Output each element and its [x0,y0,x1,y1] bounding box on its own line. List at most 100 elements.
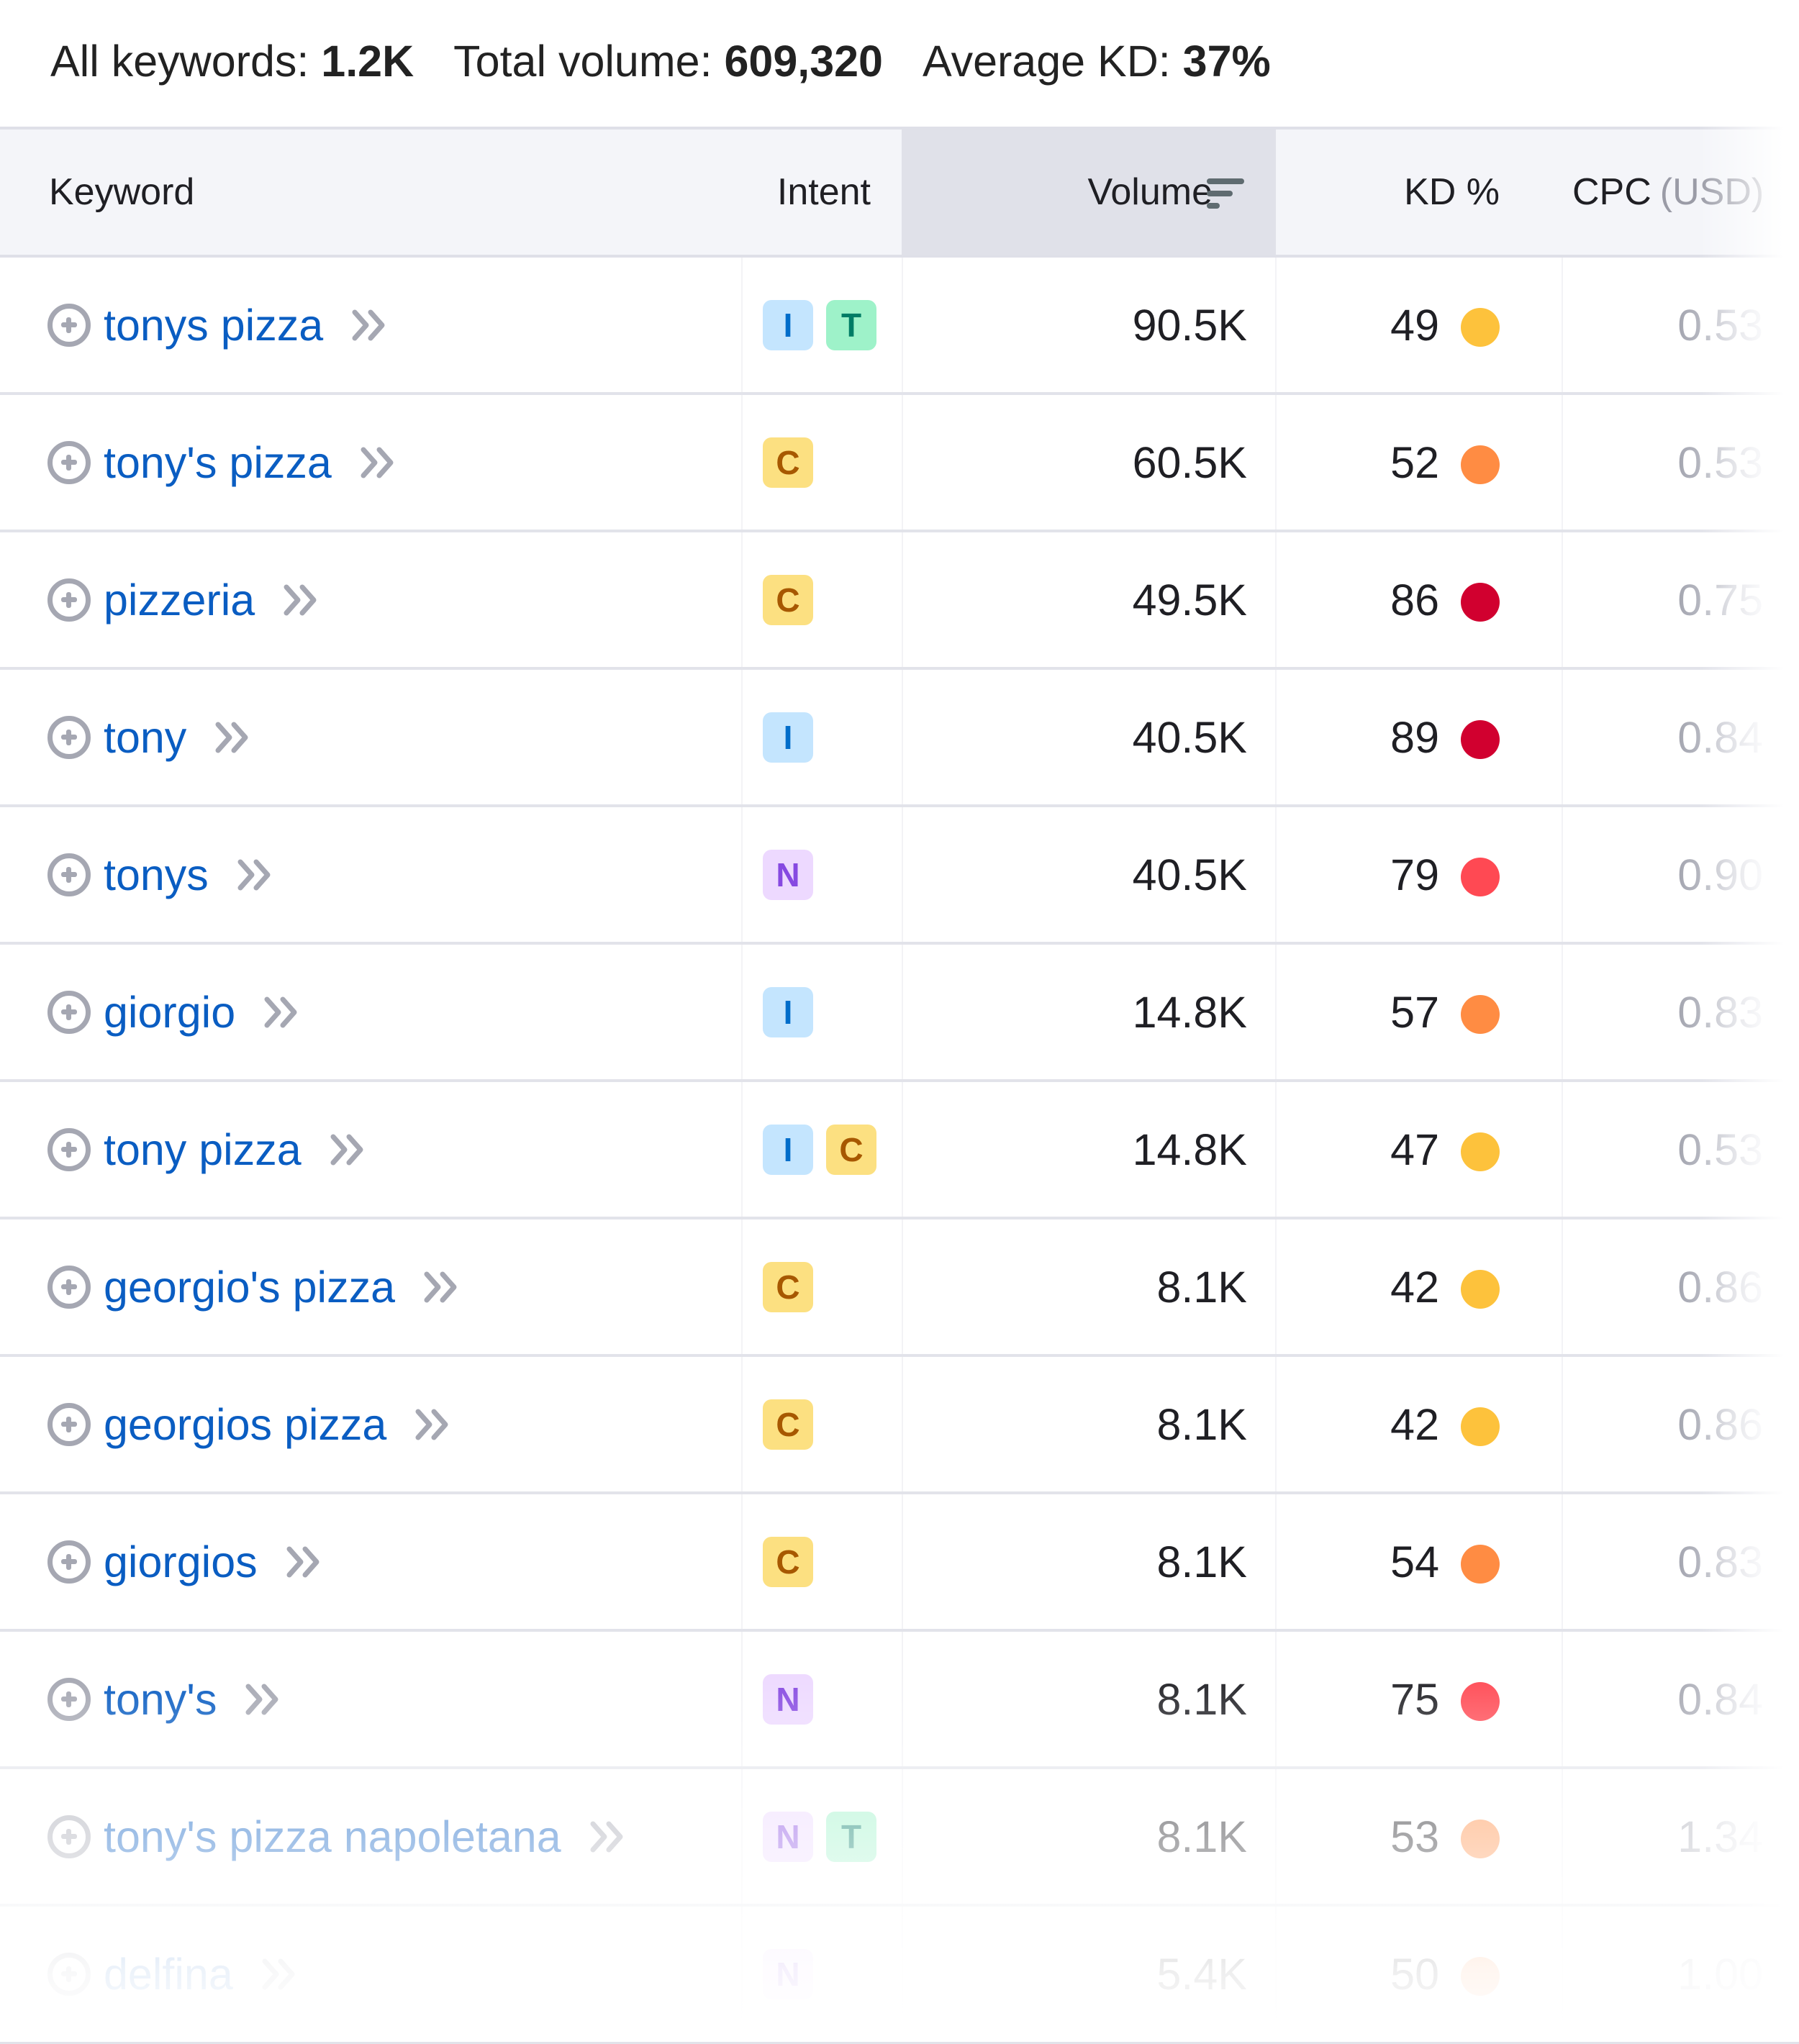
kd-cell: 54 [1390,1537,1439,1586]
kd-cell: 53 [1390,1812,1439,1861]
double-chevron-right-icon[interactable] [236,858,276,892]
keyword-cell: georgio's pizza [47,1219,463,1354]
cpc-cell: 0.53 [1562,395,1763,530]
double-chevron-right-icon[interactable] [244,1682,284,1717]
column-header-intent[interactable]: Intent [741,130,871,255]
keyword-link[interactable]: giorgios [104,1537,258,1587]
add-to-list-plus-icon[interactable] [47,1402,91,1446]
intent-cell: N [763,1632,813,1766]
keyword-link[interactable]: pizzeria [104,575,255,625]
table-row: giorgios C 8.1K 54 0.83 [0,1494,1799,1632]
add-to-list-plus-icon[interactable] [47,853,91,896]
double-chevron-right-icon[interactable] [329,1132,369,1167]
add-to-list-plus-icon[interactable] [47,990,91,1034]
add-to-list-plus-icon[interactable] [47,440,91,484]
kd-cell: 89 [1390,712,1439,762]
keyword-link[interactable]: georgios pizza [104,1399,386,1450]
column-header-volume[interactable]: Volume [902,130,1276,255]
sort-descending-icon[interactable] [1207,178,1247,210]
cpc-cell: 0.53 [1562,1082,1763,1217]
double-chevron-right-icon[interactable] [589,1820,629,1854]
volume-cell: 49.5K [1132,575,1247,624]
keyword-link[interactable]: delfina [104,1949,233,1999]
intent-cell: C [763,532,813,667]
table-row: tonys N 40.5K 79 0.90 [0,807,1799,945]
intent-badge-c: C [763,1536,813,1587]
keyword-cell: pizzeria [47,532,322,667]
double-chevron-right-icon[interactable] [214,720,254,755]
kd-difficulty-dot [1461,994,1500,1034]
table-row: tonys pizza IT 90.5K 49 0.53 [0,258,1799,395]
keyword-cell: tony's [47,1632,284,1766]
double-chevron-right-icon[interactable] [422,1270,463,1304]
keyword-cell: tony [47,670,254,804]
add-to-list-plus-icon[interactable] [47,303,91,347]
cpc-cell: 0.86 [1562,1357,1763,1491]
add-to-list-plus-icon[interactable] [47,1952,91,1996]
table-row: tony pizza IC 14.8K 47 0.53 [0,1082,1799,1219]
keyword-link[interactable]: giorgio [104,987,235,1037]
keyword-link[interactable]: tony [104,712,186,763]
column-header-keyword[interactable]: Keyword [49,130,194,255]
keyword-link[interactable]: georgio's pizza [104,1262,395,1312]
add-to-list-plus-icon[interactable] [47,1814,91,1858]
double-chevron-right-icon[interactable] [414,1407,454,1442]
keyword-cell: tony's pizza [47,395,399,530]
intent-cell: C [763,1357,813,1491]
add-to-list-plus-icon[interactable] [47,1127,91,1171]
keyword-link[interactable]: tony's [104,1674,217,1725]
column-header-cpc[interactable]: CPC (USD) [1572,130,1764,255]
keyword-cell: tony pizza [47,1082,369,1217]
double-chevron-right-icon[interactable] [350,308,391,342]
intent-cell: NT [763,1769,876,1904]
add-to-list-plus-icon[interactable] [47,1677,91,1721]
kd-difficulty-dot [1461,307,1500,347]
volume-cell: 5.4K [1156,1949,1248,1999]
kd-cell: 50 [1390,1949,1439,1999]
table-body: tonys pizza IT 90.5K 49 0.53 tony's pizz… [0,258,1799,2044]
cpc-cell: 0.86 [1562,1219,1763,1354]
cpc-cell: 0.75 [1562,532,1763,667]
intent-cell: I [763,670,813,804]
add-to-list-plus-icon[interactable] [47,578,91,622]
volume-cell: 14.8K [1132,1125,1247,1174]
intent-badge-t: T [826,1811,876,1862]
keyword-cell: tonys pizza [47,258,391,392]
kd-cell: 52 [1390,437,1439,487]
total-volume-stat: Total volume: 609,320 [453,37,883,86]
add-to-list-plus-icon[interactable] [47,715,91,759]
intent-badge-c: C [826,1124,876,1175]
table-row: pizzeria C 49.5K 86 0.75 [0,532,1799,670]
double-chevron-right-icon[interactable] [260,1957,301,1991]
column-header-volume-label: Volume [1087,171,1213,213]
kd-difficulty-dot [1461,1407,1500,1446]
keyword-link[interactable]: tonys pizza [104,300,323,350]
keyword-link[interactable]: tony's pizza [104,437,332,488]
intent-cell: C [763,395,813,530]
kd-difficulty-dot [1461,857,1500,896]
keyword-link[interactable]: tony's pizza napoletana [104,1812,561,1862]
keyword-link[interactable]: tonys [104,850,209,900]
kd-difficulty-dot [1461,1269,1500,1309]
add-to-list-plus-icon[interactable] [47,1265,91,1309]
kd-cell: 79 [1390,850,1439,899]
total-volume-value: 609,320 [724,37,883,86]
cpc-cell: 0.90 [1562,807,1763,942]
double-chevron-right-icon[interactable] [285,1545,325,1579]
kd-difficulty-dot [1461,1544,1500,1584]
double-chevron-right-icon[interactable] [263,995,303,1030]
double-chevron-right-icon[interactable] [282,583,322,617]
intent-cell: N [763,807,813,942]
volume-cell: 8.1K [1156,1674,1248,1724]
all-keywords-stat: All keywords: 1.2K [50,37,414,86]
add-to-list-plus-icon[interactable] [47,1540,91,1584]
double-chevron-right-icon[interactable] [359,445,399,480]
volume-cell: 40.5K [1132,850,1247,899]
column-header-kd[interactable]: KD % [1275,130,1500,255]
intent-badge-c: C [763,574,813,625]
intent-badge-n: N [763,1673,813,1725]
volume-cell: 8.1K [1156,1812,1248,1861]
keyword-link[interactable]: tony pizza [104,1125,302,1175]
average-kd-stat: Average KD: 37% [922,37,1271,86]
column-header-cpc-unit: (USD) [1659,171,1764,213]
